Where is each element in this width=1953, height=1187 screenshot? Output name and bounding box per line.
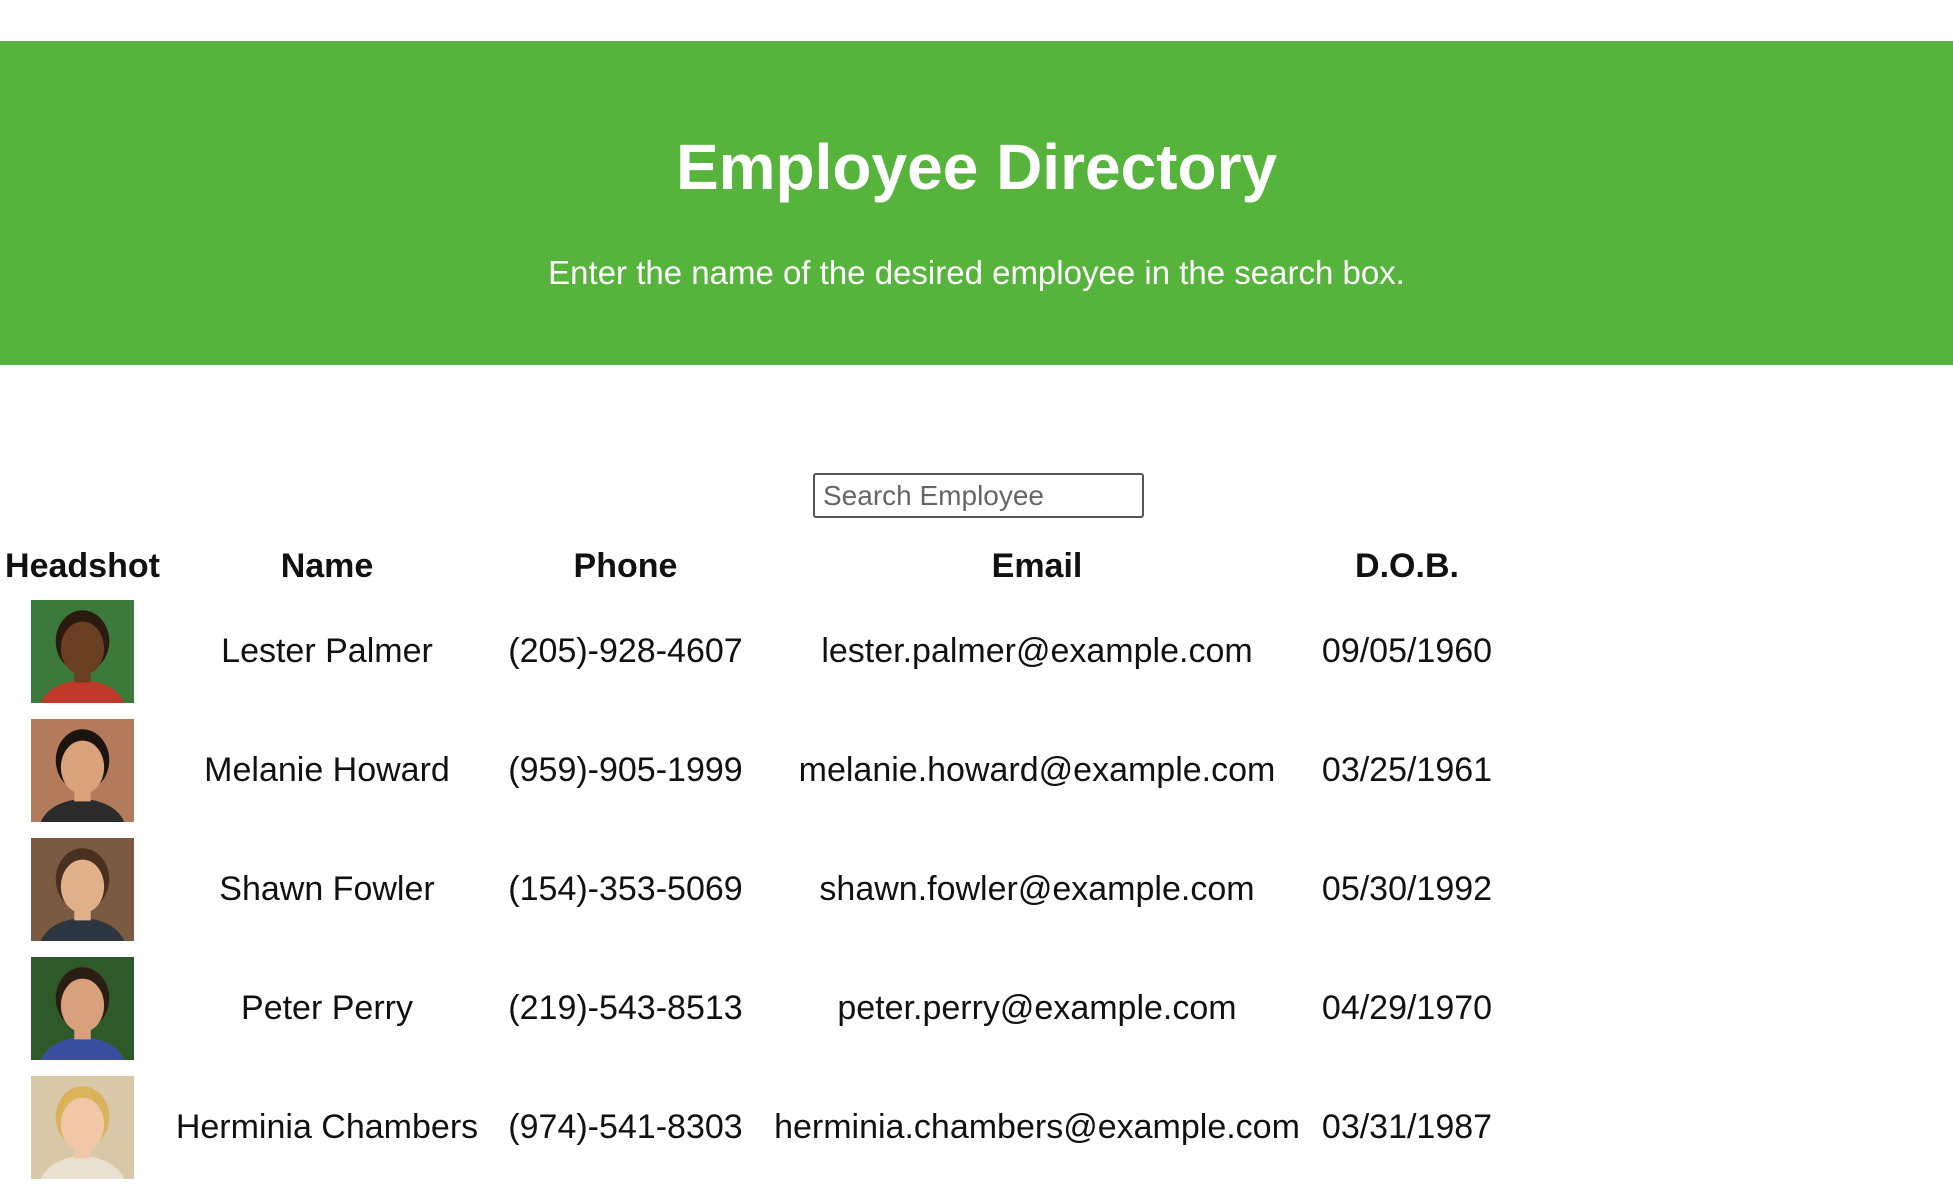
employee-dob: 03/31/1987: [1321, 1108, 1493, 1146]
search-input[interactable]: [813, 473, 1144, 518]
column-header-name[interactable]: Name: [165, 540, 489, 592]
table-header-row: Headshot Name Phone Email D.O.B.: [0, 540, 1502, 592]
employee-dob: 04/29/1970: [1321, 989, 1493, 1027]
column-header-email[interactable]: Email: [762, 540, 1312, 592]
page-title: Employee Directory: [675, 131, 1278, 203]
employee-email: lester.palmer@example.com: [821, 632, 1253, 670]
employee-phone: (974)-541-8303: [508, 1108, 743, 1146]
table-row: Lester Palmer (205)-928-4607 lester.palm…: [0, 592, 1502, 711]
headshot-image: [31, 719, 134, 822]
header-banner: Employee Directory Enter the name of the…: [0, 41, 1953, 365]
employee-phone: (959)-905-1999: [508, 751, 743, 789]
headshot-image: [31, 838, 134, 941]
page-subtitle: Enter the name of the desired employee i…: [548, 254, 1405, 291]
table-row: Peter Perry (219)-543-8513 peter.perry@e…: [0, 949, 1502, 1068]
employee-dob: 09/05/1960: [1321, 632, 1493, 670]
employee-name: Peter Perry: [241, 989, 413, 1027]
headshot-image: [31, 957, 134, 1060]
employee-name: Herminia Chambers: [175, 1108, 479, 1146]
column-header-phone[interactable]: Phone: [489, 540, 762, 592]
table-row: Herminia Chambers (974)-541-8303 hermini…: [0, 1068, 1502, 1187]
headshot-image: [31, 600, 134, 703]
employee-email: herminia.chambers@example.com: [774, 1108, 1300, 1146]
photo-face: [60, 621, 105, 676]
employee-name: Melanie Howard: [204, 751, 450, 789]
employee-name: Shawn Fowler: [219, 870, 435, 908]
employee-phone: (219)-543-8513: [508, 989, 743, 1027]
employee-email: shawn.fowler@example.com: [819, 870, 1255, 908]
table-body: Lester Palmer (205)-928-4607 lester.palm…: [0, 592, 1502, 1187]
column-header-headshot[interactable]: Headshot: [0, 540, 165, 592]
photo-face: [60, 740, 105, 795]
employee-name: Lester Palmer: [221, 632, 433, 670]
table-row: Melanie Howard (959)-905-1999 melanie.ho…: [0, 711, 1502, 830]
employee-email: melanie.howard@example.com: [798, 751, 1276, 789]
photo-face: [60, 978, 105, 1033]
photo-face: [60, 1097, 105, 1152]
table-row: Shawn Fowler (154)-353-5069 shawn.fowler…: [0, 830, 1502, 949]
photo-face: [60, 859, 105, 914]
search-container: [813, 473, 1144, 518]
employee-dob: 03/25/1961: [1321, 751, 1493, 789]
employee-dob: 05/30/1992: [1321, 870, 1493, 908]
employee-email: peter.perry@example.com: [837, 989, 1237, 1027]
column-header-dob[interactable]: D.O.B.: [1312, 540, 1502, 592]
employee-phone: (154)-353-5069: [508, 870, 743, 908]
headshot-image: [31, 1076, 134, 1179]
employee-phone: (205)-928-4607: [508, 632, 743, 670]
employee-table: Headshot Name Phone Email D.O.B. Lester …: [0, 540, 1502, 1187]
